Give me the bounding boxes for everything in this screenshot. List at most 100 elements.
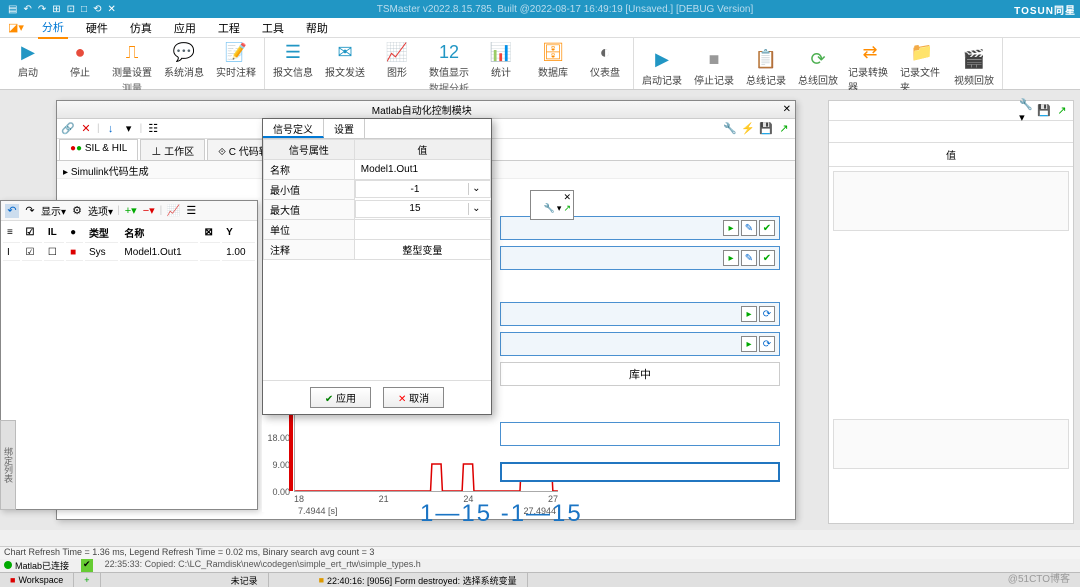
save-icon[interactable]: 💾 (759, 122, 773, 136)
play-icon[interactable]: ▸ (723, 220, 739, 236)
prop-min-input[interactable] (362, 183, 468, 195)
menu-app[interactable]: 应用 (170, 18, 200, 38)
menu-hardware[interactable]: 硬件 (82, 18, 112, 38)
ribbon-报文发送[interactable]: ✉报文发送 (323, 40, 367, 79)
edit-icon[interactable]: ✎ (741, 250, 757, 266)
vertical-tab[interactable]: 绑定列表 (0, 420, 16, 510)
cut-icon[interactable]: ✕ (79, 122, 93, 136)
display-dropdown[interactable]: 显示▾ (41, 203, 66, 218)
menu-project[interactable]: 工程 (214, 18, 244, 38)
play-icon[interactable]: ▸ (741, 306, 757, 322)
ribbon-停止记录[interactable]: ■停止记录 (692, 40, 736, 94)
signal-table: ≡☑IL● 类型 名称 ⊠ Y I☑☐■ Sys Model1.Out1 1.0… (1, 221, 257, 263)
check-icon[interactable]: ✔ (759, 250, 775, 266)
tab-sil-hil[interactable]: ●● SIL & HIL (59, 139, 138, 160)
cancel-button[interactable]: ✕ 取消 (383, 387, 444, 408)
menu-tools[interactable]: 工具 (258, 18, 288, 38)
table-row[interactable]: I☑☐■ Sys Model1.Out1 1.00 (3, 245, 255, 261)
prop-unit-input[interactable] (361, 223, 484, 236)
close-icon[interactable]: ✕ (563, 192, 571, 203)
ribbon-数值显示[interactable]: 12数值显示 (427, 40, 471, 79)
close-icon[interactable]: ✕ (783, 104, 791, 115)
tab-form-log[interactable]: ■22:40:16: [9056] Form destroyed: 选择系统变量 (309, 573, 528, 587)
ribbon-报文信息[interactable]: ☰报文信息 (271, 40, 315, 79)
ribbon-记录文件夹[interactable]: 📁记录文件夹 (900, 40, 944, 94)
ribbon-仪表盘[interactable]: ◐仪表盘 (583, 40, 627, 79)
ribbon-统计[interactable]: 📊统计 (479, 40, 523, 79)
apply-button[interactable]: ✔ 应用 (310, 387, 371, 408)
brand-logo: TOSUN同星 (1014, 2, 1076, 17)
bolt-icon[interactable]: ⚡ (741, 122, 755, 136)
chart-icon[interactable]: ☷ (146, 122, 160, 136)
bottom-tabs: ■Workspace + 未记录 ■22:40:16: [9056] Form … (0, 572, 1080, 587)
link-icon[interactable]: 🔗 (61, 122, 75, 136)
ribbon-启动[interactable]: ▶启动 (6, 40, 50, 79)
prop-name-value[interactable]: Model1.Out1 (361, 164, 418, 175)
edit-icon[interactable]: ✎ (741, 220, 757, 236)
ribbon-group-measure: ▶启动●停止⎍测量设置💬系统消息📝实时注释 测量 (0, 38, 265, 89)
mini-float-panel: ✕ 🔧▾↗ (530, 190, 574, 220)
ribbon-记录转换器[interactable]: ⇄记录转换器 (848, 40, 892, 94)
export-icon[interactable]: ↗ (777, 122, 791, 136)
ribbon-数据库[interactable]: 🗄数据库 (531, 40, 575, 79)
ribbon: ▶启动●停止⎍测量设置💬系统消息📝实时注释 测量 ☰报文信息✉报文发送📈图形12… (0, 38, 1080, 90)
remove-icon[interactable]: −▾ (142, 204, 156, 218)
matlab-panel-title: Matlab自动化控制模块 (372, 102, 472, 117)
status-dot-green (4, 561, 12, 569)
ribbon-停止[interactable]: ●停止 (58, 40, 102, 79)
titlebar-quick-icons[interactable]: ▤↶↷⊞⊡□⟲✕ (8, 4, 116, 15)
signal-toolbar: ↶ ↷ 显示▾ ⚙ 选项▾ | +▾ −▾ | 📈 ☰ (1, 201, 257, 221)
ribbon-测量设置[interactable]: ⎍测量设置 (110, 40, 154, 79)
dialog-tab-settings[interactable]: 设置 (324, 119, 365, 138)
wrench-icon[interactable]: 🔧▾ (1019, 104, 1033, 118)
menu-analysis[interactable]: 分析 (38, 17, 68, 39)
ribbon-总线记录[interactable]: 📋总线记录 (744, 40, 788, 94)
ribbon-实时注释[interactable]: 📝实时注释 (214, 40, 258, 79)
annotation-overlay: 1—15 -1—15 (420, 500, 583, 528)
dropdown-icon[interactable]: ▾ (122, 122, 136, 136)
prop-comment-value[interactable]: 整型变量 (402, 246, 442, 257)
tab-add[interactable]: + (74, 573, 100, 587)
workspace: Matlab自动化控制模块 ✕ 🔗 ✕ | ↓ ▾ | ☷ 🔧 ⚡ 💾 ↗ ●●… (0, 90, 1080, 530)
wrench-icon[interactable]: 🔧 (723, 122, 737, 136)
play-icon[interactable]: ▸ (741, 336, 757, 352)
menu-sim[interactable]: 仿真 (126, 18, 156, 38)
dropdown-icon[interactable]: ⌄ (468, 203, 483, 215)
play-icon[interactable]: ▸ (723, 250, 739, 266)
ribbon-启动记录[interactable]: ▶启动记录 (640, 40, 684, 94)
window-title: TSMaster v2022.8.15.785. Built @2022-08-… (116, 4, 1014, 15)
export-icon[interactable]: ↗ (1055, 104, 1069, 118)
sig-chart-icon[interactable]: 📈 (166, 204, 180, 218)
menu-help[interactable]: 帮助 (302, 18, 332, 38)
gear-icon[interactable]: ⚙ (70, 204, 84, 218)
export-icon[interactable]: ↗ (563, 203, 571, 214)
check-icon[interactable]: ✔ (759, 220, 775, 236)
property-table: 信号属性值 名称Model1.Out1 最小值⌄ 最大值⌄ 单位 注释整型变量 (263, 139, 491, 260)
refresh-icon[interactable]: ⟳ (759, 336, 775, 352)
redo-icon[interactable]: ↷ (23, 204, 37, 218)
tab-workspace[interactable]: ⊥ 工作区 (140, 139, 205, 160)
ribbon-视频回放[interactable]: 🎬视频回放 (952, 40, 996, 94)
options-dropdown[interactable]: 选项▾ (88, 203, 113, 218)
tab-record[interactable]: 未记录 (221, 573, 269, 587)
ribbon-总线回放[interactable]: ⟳总线回放 (796, 40, 840, 94)
dropdown-icon[interactable]: ⌄ (468, 183, 483, 195)
ribbon-图形[interactable]: 📈图形 (375, 40, 419, 79)
ribbon-系统消息[interactable]: 💬系统消息 (162, 40, 206, 79)
mid-action-rows: ▸ ✎ ✔ ▸ ✎ ✔ ▸ ⟳ ▸ ⟳ 库中 (500, 198, 780, 488)
sig-list-icon[interactable]: ☰ (184, 204, 198, 218)
highlighted-row[interactable] (500, 462, 780, 482)
ribbon-group-analysis: ☰报文信息✉报文发送📈图形12数值显示📊统计🗄数据库◐仪表盘 数据分析 (265, 38, 634, 89)
matlab-panel-header[interactable]: Matlab自动化控制模块 ✕ (57, 101, 795, 119)
add-icon[interactable]: +▾ (124, 204, 138, 218)
down-icon[interactable]: ↓ (104, 122, 118, 136)
dialog-tab-signal[interactable]: 信号定义 (263, 119, 324, 138)
app-icon[interactable]: ◪▾ (8, 21, 24, 34)
right-panel: 🔧▾ 💾 ↗ 值 (828, 100, 1074, 524)
save-icon[interactable]: 💾 (1037, 104, 1051, 118)
prop-max-input[interactable] (362, 203, 468, 215)
refresh-icon[interactable]: ⟳ (759, 306, 775, 322)
undo-icon[interactable]: ↶ (5, 204, 19, 218)
tab-workspace[interactable]: ■Workspace (0, 573, 74, 587)
wrench-icon[interactable]: 🔧 (544, 203, 555, 214)
